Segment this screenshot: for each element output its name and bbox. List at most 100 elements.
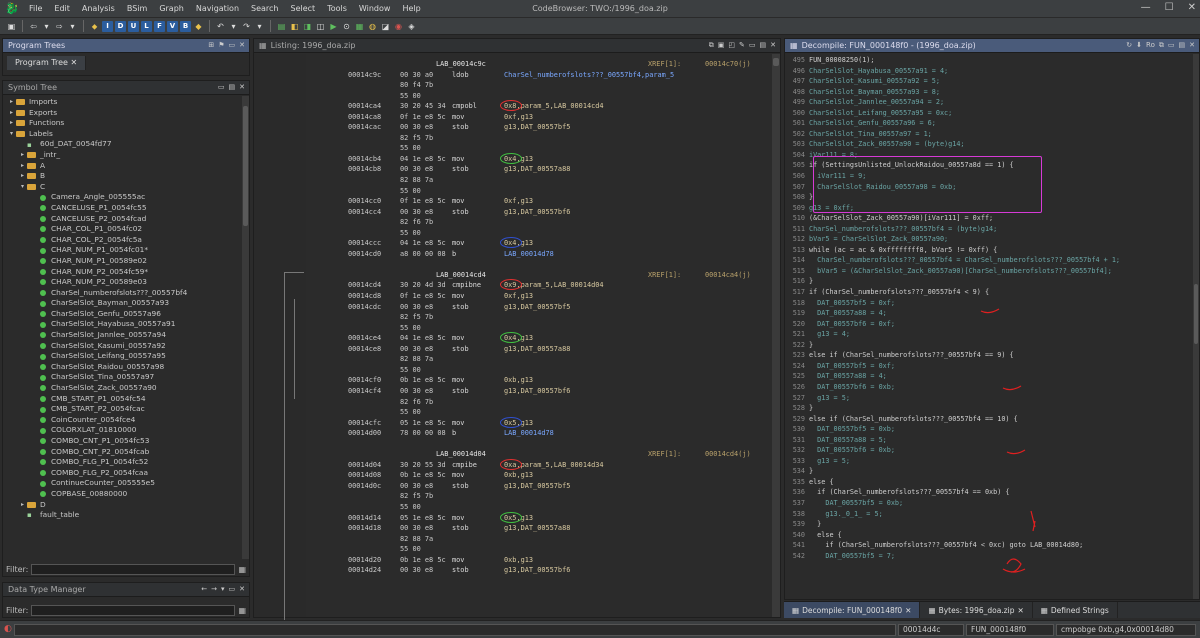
tree-item[interactable]: ▾ C xyxy=(7,182,249,193)
close-icon[interactable]: ✕ xyxy=(905,602,911,619)
menu-item-bsim[interactable]: BSim xyxy=(121,4,153,13)
navigate-icon[interactable]: ⬥ xyxy=(89,21,100,32)
listing-row[interactable]: 55 00 xyxy=(310,323,770,334)
listing-row[interactable]: 55 00 xyxy=(310,186,770,197)
collapsed-icon[interactable]: ▸ xyxy=(18,161,27,172)
window-icon[interactable]: ▭ xyxy=(749,41,756,50)
tool-icon[interactable]: ⊙ xyxy=(341,21,352,32)
listing-row[interactable]: 00014d20 0b 1e e8 5c mov 0xb,g13 xyxy=(310,555,770,566)
listing-row[interactable]: LAB_00014d04 XREF[1]: 00014cd4(j) xyxy=(310,449,770,460)
tree-item[interactable]: CANCELUSE_P1_0054fc55 xyxy=(7,203,249,214)
collapsed-icon[interactable]: ▸ xyxy=(7,118,16,129)
listing-row[interactable]: 00014ca8 0f 1e e8 5c mov 0xf,g13 xyxy=(310,112,770,123)
listing-row[interactable]: 00014ccc 04 1e e8 5c mov 0x4,g13 xyxy=(310,237,770,249)
nav-letter-i[interactable]: I xyxy=(102,20,113,32)
tree-item[interactable]: CharSelSlot_Tina_00557a97 xyxy=(7,372,249,383)
listing-row[interactable]: 00014ce4 04 1e e8 5c mov 0x4,g13 xyxy=(310,332,770,344)
listing-row[interactable]: 00014cdc 00 30 e8 stob g13,DAT_00557bf5 xyxy=(310,302,770,313)
tree-item[interactable]: CharSel_numberofslots???_00557bf4 xyxy=(7,288,249,299)
listing-row[interactable]: LAB_00014cd4 XREF[1]: 00014ca4(j) xyxy=(310,270,770,281)
menu-item-edit[interactable]: Edit xyxy=(48,4,76,13)
tree-item[interactable]: CoinCounter_0054fce4 xyxy=(7,415,249,426)
tree-item[interactable]: ▪ 60d_DAT_0054fd77 xyxy=(7,139,249,150)
back-icon[interactable]: ⇦ xyxy=(28,21,39,32)
listing-row[interactable] xyxy=(310,259,770,270)
listing-row[interactable]: 00014ca4 30 20 45 34 cmpobl 0x8,param_5,LAB… xyxy=(310,100,770,112)
tree-item[interactable]: COMBO_FLG_P1_0054fc52 xyxy=(7,457,249,468)
listing-row[interactable]: 55 00 xyxy=(310,544,770,555)
collapsed-icon[interactable]: ▸ xyxy=(18,150,27,161)
menu-item-file[interactable]: File xyxy=(23,4,48,13)
listing-row[interactable]: 82 88 7a xyxy=(310,534,770,545)
tree-item[interactable]: CharSelSlot_Leifang_00557a95 xyxy=(7,351,249,362)
window-icon[interactable]: ▭ xyxy=(229,41,236,49)
tree-item[interactable]: CharSelSlot_Zack_00557a90 xyxy=(7,383,249,394)
dropdown-icon[interactable]: ▾ xyxy=(254,21,265,32)
tree-item[interactable]: CharSelSlot_Bayman_00557a93 xyxy=(7,298,249,309)
dropdown-icon[interactable]: ▾ xyxy=(67,21,78,32)
tree-item[interactable]: CharSelSlot_Jannlee_00557a94 xyxy=(7,330,249,341)
datatype-filter-input[interactable] xyxy=(31,604,236,616)
menu-icon[interactable]: ▤ xyxy=(229,83,236,91)
listing-row[interactable]: 00014cd0 a8 00 00 08 b LAB_00014d78 xyxy=(310,249,770,260)
menu-item-navigation[interactable]: Navigation xyxy=(190,4,245,13)
listing-row[interactable]: 82 88 7a xyxy=(310,354,770,365)
tab-bytes[interactable]: ▦ Bytes: 1996_doa.zip ✕ xyxy=(920,602,1033,619)
listing-row[interactable]: 00014cb4 04 1e e8 5c mov 0x4,g13 xyxy=(310,152,770,165)
tool-icon[interactable]: ◫ xyxy=(315,21,326,32)
nav-letter-d[interactable]: D xyxy=(115,20,126,32)
tree-item[interactable]: ▪ fault_table xyxy=(7,510,249,521)
tree-item[interactable]: CHAR_COL_P1_0054fc02 xyxy=(7,224,249,235)
menu-item-tools[interactable]: Tools xyxy=(321,4,353,13)
symbol-tree-scrollbar[interactable] xyxy=(242,96,249,559)
listing-code[interactable]: LAB_00014c9c XREF[1]: 00014c70(j) 00014c9c 0… xyxy=(310,59,770,617)
tree-item[interactable]: COPBASE_00880000 xyxy=(7,489,249,500)
redo-icon[interactable]: ↷ xyxy=(241,21,252,32)
tab-program-tree[interactable]: Program Tree ✕ xyxy=(7,56,87,70)
close-icon[interactable]: ✕ xyxy=(239,585,245,593)
tree-item[interactable]: CharSelSlot_Raidou_00557a98 xyxy=(7,362,249,373)
close-icon[interactable]: ✕ xyxy=(770,41,776,50)
listing-row[interactable]: 00014cf4 00 30 e8 stob g13,DAT_00557bf6 xyxy=(310,386,770,397)
tree-item[interactable]: ▾ Labels xyxy=(7,129,249,140)
tree-item[interactable]: CharSelSlot_Hayabusa_00557a91 xyxy=(7,319,249,330)
listing-row[interactable]: 00014c9c 00 30 a0 ldob CharSel_numberofslot… xyxy=(310,70,770,81)
dropdown-icon[interactable]: ▾ xyxy=(41,21,52,32)
menu-item-search[interactable]: Search xyxy=(245,4,284,13)
close-icon[interactable]: ✕ xyxy=(239,41,245,49)
tree-item[interactable]: Camera_Angle_005555ac xyxy=(7,192,249,203)
listing-row[interactable]: 00014cfc 05 1e e8 5c mov 0x5,g13 xyxy=(310,416,770,429)
nav-letter-b[interactable]: B xyxy=(180,20,191,32)
listing-row[interactable]: 55 00 xyxy=(310,143,770,154)
menu-item-select[interactable]: Select xyxy=(285,4,322,13)
tree-item[interactable]: ▸ Functions xyxy=(7,118,249,129)
tree-item[interactable]: CHAR_COL_P2_0054fc5a xyxy=(7,235,249,246)
listing-row[interactable]: 00014cc0 0f 1e e8 5c mov 0xf,g13 xyxy=(310,196,770,207)
symbol-filter-input[interactable] xyxy=(31,563,236,575)
close-icon[interactable]: ✕ xyxy=(1017,602,1023,619)
listing-row[interactable]: 55 00 xyxy=(310,228,770,239)
listing-row[interactable]: 00014d00 78 00 00 08 b LAB_00014d78 xyxy=(310,428,770,439)
tree-item[interactable]: CHAR_NUM_P1_0054fc01* xyxy=(7,245,249,256)
arrow-icon[interactable]: ← xyxy=(201,585,207,593)
menu-item-help[interactable]: Help xyxy=(396,4,426,13)
tool-icon[interactable]: ◈ xyxy=(406,21,417,32)
tree-item[interactable]: ▸ A xyxy=(7,161,249,172)
copy-icon[interactable]: ⧉ xyxy=(709,41,714,50)
tab-decompile[interactable]: ▦ Decompile: FUN_000148f0 ✕ xyxy=(784,602,921,619)
listing-row[interactable]: 55 00 xyxy=(310,365,770,376)
nav-letter-u[interactable]: U xyxy=(128,20,139,32)
tab-defined-strings[interactable]: ▦ Defined Strings xyxy=(1033,602,1118,618)
collapsed-icon[interactable]: ▸ xyxy=(18,500,27,511)
tree-item[interactable]: CharSelSlot_Genfu_00557a96 xyxy=(7,309,249,320)
listing-row[interactable]: 00014d24 00 30 e8 stob g13,DAT_00557bf6 xyxy=(310,565,770,576)
listing-row[interactable]: LAB_00014c9c XREF[1]: 00014c70(j) xyxy=(310,59,770,70)
listing-row[interactable] xyxy=(310,439,770,450)
listing-row[interactable]: 00014ce8 00 30 e8 stob g13,DAT_00557a88 xyxy=(310,344,770,355)
expanded-icon[interactable]: ▾ xyxy=(18,182,27,193)
close-icon[interactable]: ✕ xyxy=(1188,2,1196,13)
tool-icon[interactable]: ◧ xyxy=(289,21,300,32)
listing-row[interactable]: 82 f6 7b xyxy=(310,217,770,228)
listing-row[interactable]: 82 f5 7b xyxy=(310,491,770,502)
filter-options-icon[interactable]: ▦ xyxy=(238,606,246,615)
